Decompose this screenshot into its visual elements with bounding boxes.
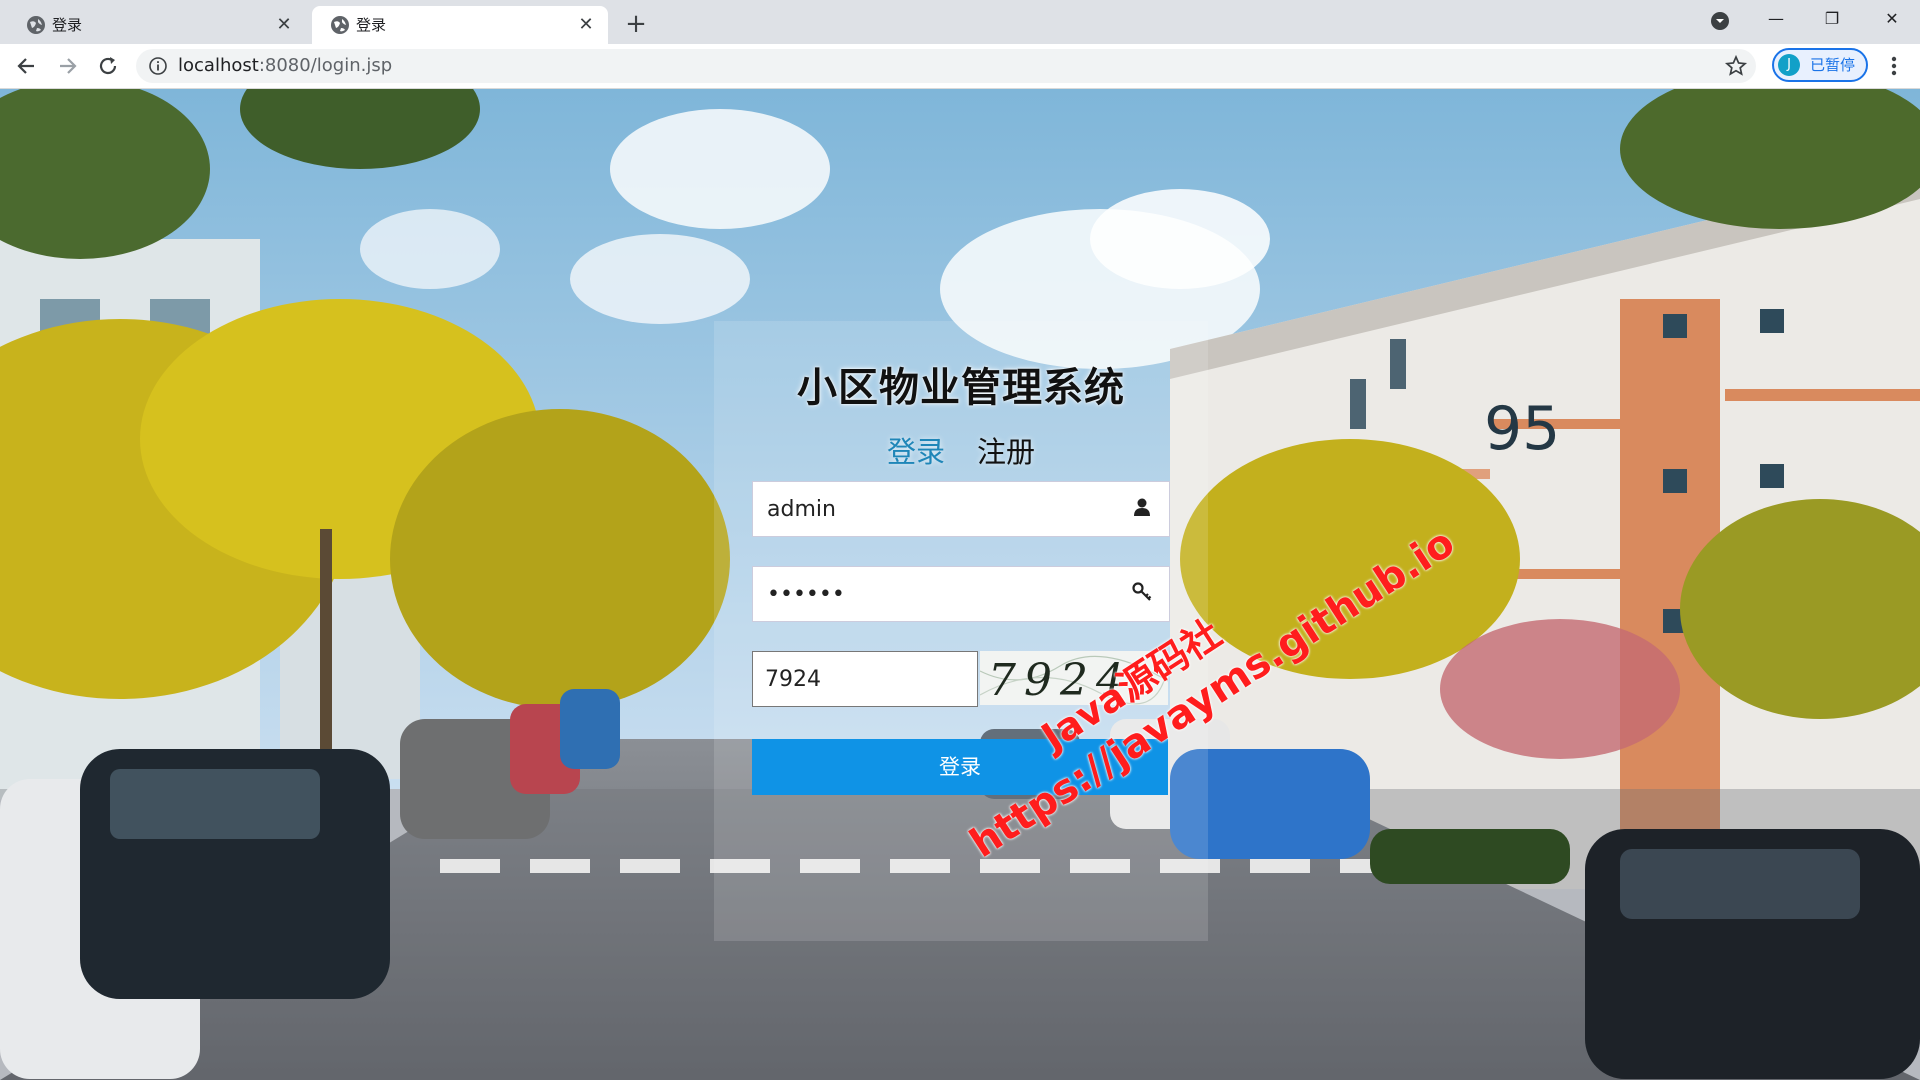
page-title: 小区物业管理系统 (797, 365, 1125, 411)
user-icon (1134, 498, 1150, 516)
new-tab-button[interactable]: + (620, 8, 652, 40)
captcha-field-wrapper (752, 651, 978, 707)
auth-tabs: 登录 注册 (714, 429, 1208, 471)
tab-title: 登录 (52, 16, 83, 34)
globe-icon (27, 16, 45, 34)
browser-tab-1[interactable]: 登录 ✕ (8, 6, 306, 44)
forward-icon[interactable] (54, 52, 82, 80)
key-icon (1132, 582, 1152, 601)
close-tab-icon[interactable]: ✕ (272, 13, 296, 37)
minimize-icon[interactable]: — (1748, 0, 1804, 40)
avatar: J (1778, 54, 1800, 76)
bookmark-star-icon[interactable] (1724, 54, 1748, 78)
browser-tab-strip: 登录 ✕ 登录 ✕ + — ❐ ✕ (0, 0, 1920, 44)
profile-status-label: 已暂停 (1810, 56, 1856, 74)
tab-login[interactable]: 登录 (887, 429, 945, 471)
url-text: localhost:8080/login.jsp (178, 55, 393, 76)
info-icon[interactable] (148, 56, 168, 76)
address-bar[interactable]: localhost:8080/login.jsp (136, 49, 1756, 83)
browser-toolbar: localhost:8080/login.jsp J 已暂停 (0, 44, 1920, 89)
restore-icon[interactable]: ❐ (1804, 0, 1860, 40)
login-panel: 小区物业管理系统 登录注册 7924 登录 (714, 321, 1208, 941)
password-input[interactable] (753, 567, 1127, 621)
close-tab-icon[interactable]: ✕ (574, 13, 598, 37)
captcha-input[interactable] (753, 652, 965, 706)
captcha-text: 7924 (988, 655, 1132, 705)
profile-button[interactable]: J 已暂停 (1772, 48, 1868, 82)
login-button[interactable]: 登录 (752, 739, 1168, 795)
page-viewport: 95 小区物业管理系统 登录 注册 admin •••••• 7924 7924… (0, 89, 1920, 1080)
captcha-image[interactable]: 7924 (980, 651, 1168, 705)
tab-search-icon[interactable] (1708, 9, 1732, 33)
svg-text:95: 95 (1484, 394, 1560, 464)
close-window-icon[interactable]: ✕ (1864, 0, 1920, 40)
more-menu-icon[interactable] (1880, 52, 1908, 80)
password-field-wrapper (752, 566, 1170, 622)
tab-register[interactable]: 注册 (977, 429, 1035, 471)
browser-tab-2[interactable]: 登录 ✕ (312, 6, 608, 44)
username-input[interactable] (753, 482, 1127, 536)
tab-title: 登录 (356, 16, 387, 34)
username-field-wrapper (752, 481, 1170, 537)
globe-icon (331, 16, 349, 34)
reload-icon[interactable] (94, 52, 122, 80)
back-icon[interactable] (12, 52, 40, 80)
